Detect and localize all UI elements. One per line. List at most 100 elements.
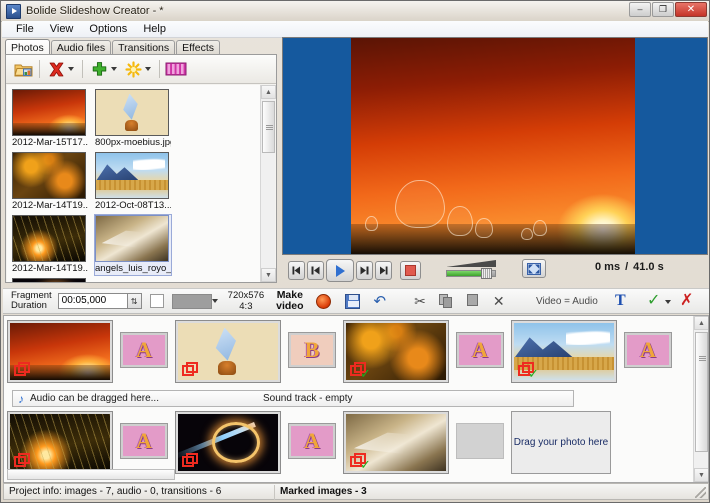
make-video-button[interactable]: Make video — [276, 290, 303, 312]
make-video-line2: video — [276, 300, 304, 312]
copy-button[interactable] — [438, 294, 453, 308]
record-button[interactable] — [315, 293, 331, 309]
delete-button[interactable]: ✕ — [493, 294, 505, 308]
timeline-transition[interactable]: A — [288, 423, 336, 459]
effects-dropdown-button[interactable] — [145, 57, 155, 81]
timeline-slide[interactable]: ✓ — [511, 320, 617, 383]
fullscreen-button[interactable] — [522, 259, 546, 278]
timeline-transition[interactable]: A — [120, 423, 168, 459]
add-photo-button[interactable] — [87, 57, 111, 81]
stop-button[interactable] — [400, 261, 421, 280]
scroll-up-arrow[interactable]: ▲ — [261, 85, 276, 99]
preview-shape — [533, 220, 547, 236]
volume-slider[interactable] — [446, 259, 496, 279]
timeline-panel[interactable]: A B ✓ A ✓ A ♪ Audio can be dragged here... So… — [3, 315, 709, 483]
tab-audio-files[interactable]: Audio files — [50, 40, 112, 55]
timeline-scrollbar[interactable]: ▲ ▼ — [693, 316, 708, 482]
timeline-transition[interactable]: A — [624, 332, 672, 368]
delete-dropdown-button[interactable] — [68, 57, 78, 81]
fragment-checkbox[interactable] — [149, 294, 164, 308]
timeline-slide[interactable] — [7, 320, 113, 383]
library-scrollbar[interactable]: ▲ ▼ — [260, 85, 276, 282]
add-dropdown-button[interactable] — [111, 57, 121, 81]
aspect-text: 4:3 — [239, 301, 253, 312]
library-thumbnail-caption: 2012-Oct-08T13.... — [95, 200, 171, 211]
timeline-slide[interactable] — [7, 411, 113, 474]
undo-button[interactable]: ↶ — [374, 294, 387, 309]
film-button[interactable] — [164, 57, 188, 81]
library-thumbnail[interactable]: 2012-Mar-14T19.... — [12, 152, 88, 212]
apply-dropdown-button[interactable] — [665, 300, 671, 304]
open-folder-button[interactable] — [11, 57, 35, 81]
fragment-duration-input[interactable]: 00:05,000 — [57, 293, 128, 309]
cut-button[interactable]: ✂ — [414, 294, 426, 308]
library-thumbnail-image[interactable] — [95, 215, 169, 262]
library-thumbnail[interactable]: 2012-Oct-08T13.... — [95, 152, 171, 212]
skip-to-end-button[interactable] — [375, 261, 392, 280]
library-thumbnail-image[interactable] — [12, 152, 86, 199]
close-button[interactable]: ✕ — [675, 2, 707, 17]
timeline-transition[interactable]: A — [120, 332, 168, 368]
maximize-button[interactable]: ❐ — [652, 2, 674, 17]
library-thumbnail-image[interactable] — [12, 278, 86, 282]
library-thumbnail-image[interactable] — [95, 152, 169, 199]
previous-button[interactable] — [307, 261, 324, 280]
color-swatch[interactable] — [171, 293, 212, 309]
menu-view[interactable]: View — [42, 22, 82, 36]
effects-button[interactable] — [121, 57, 145, 81]
library-thumbnail-image[interactable] — [95, 89, 169, 136]
scroll-thumb[interactable] — [695, 332, 708, 452]
resize-grip[interactable] — [695, 487, 706, 498]
next-button[interactable] — [356, 261, 373, 280]
menu-help[interactable]: Help — [135, 22, 174, 36]
library-thumbnail-grid: 2012-Mar-15T17.... 800px-moebius.jpg 2012-… — [12, 89, 260, 282]
volume-knob[interactable] — [481, 268, 492, 279]
scroll-thumb[interactable] — [262, 101, 275, 153]
mark-indicator[interactable] — [14, 362, 32, 377]
tab-photos[interactable]: Photos — [5, 39, 50, 55]
audio-status: Sound track - empty — [263, 393, 353, 404]
scroll-down-arrow[interactable]: ▼ — [694, 468, 708, 482]
library-thumbnail[interactable]: angels_luis_royo_... — [94, 214, 172, 276]
timeline-slide[interactable] — [175, 320, 281, 383]
mark-indicator[interactable] — [14, 453, 32, 468]
timeline-transition[interactable]: A — [456, 332, 504, 368]
cancel-button[interactable]: ✗ — [680, 293, 693, 309]
mark-indicator[interactable] — [182, 453, 200, 468]
preview-area[interactable] — [282, 37, 708, 255]
library-thumbnail-area[interactable]: 2012-Mar-15T17.... 800px-moebius.jpg 2012-… — [7, 85, 275, 282]
color-dropdown-button[interactable] — [211, 289, 222, 313]
tab-effects[interactable]: Effects — [176, 40, 221, 55]
play-button[interactable] — [326, 259, 354, 282]
timeline-slide[interactable]: ✓ — [343, 320, 449, 383]
skip-to-start-button[interactable] — [288, 261, 305, 280]
close-icon: ✕ — [686, 3, 696, 15]
delete-photo-button[interactable] — [44, 57, 68, 81]
library-thumbnail[interactable] — [12, 278, 88, 282]
timeline-transition[interactable]: B — [288, 332, 336, 368]
timeline-horizontal-scrollbar[interactable] — [7, 469, 175, 480]
save-button[interactable] — [344, 293, 360, 309]
text-tool-button[interactable]: T — [615, 293, 626, 309]
photo-art — [13, 90, 85, 135]
scroll-up-arrow[interactable]: ▲ — [694, 316, 708, 330]
library-thumbnail[interactable]: 2012-Mar-15T17.... — [12, 89, 88, 149]
fragment-duration-spinner[interactable]: ⇅ — [127, 293, 142, 309]
library-thumbnail[interactable]: 800px-moebius.jpg — [95, 89, 171, 149]
audio-track[interactable]: ♪ Audio can be dragged here... Sound tra… — [12, 390, 574, 407]
transition-letter: A — [627, 335, 669, 365]
timeline-slide[interactable]: ✓ — [343, 411, 449, 474]
tab-transitions[interactable]: Transitions — [112, 40, 176, 55]
library-thumbnail-image[interactable] — [12, 215, 86, 262]
menu-options[interactable]: Options — [81, 22, 135, 36]
library-thumbnail-image[interactable] — [12, 89, 86, 136]
scroll-down-arrow[interactable]: ▼ — [261, 268, 276, 282]
menu-file[interactable]: File — [8, 22, 42, 36]
mark-indicator[interactable] — [182, 362, 200, 377]
paste-button[interactable] — [466, 294, 480, 308]
timeline-slide[interactable] — [175, 411, 281, 474]
apply-button[interactable]: ✓ — [647, 293, 660, 309]
library-thumbnail[interactable]: 2012-Mar-14T19.... — [12, 215, 88, 275]
minimize-button[interactable]: – — [629, 2, 651, 17]
photo-drop-zone[interactable]: Drag your photo here — [511, 411, 611, 474]
